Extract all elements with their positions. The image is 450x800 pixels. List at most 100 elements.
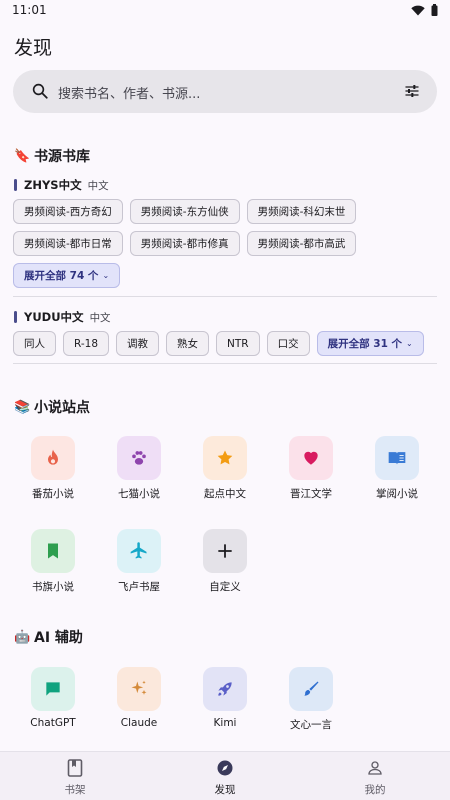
section-title-label: 书源书库: [34, 149, 90, 165]
tile: [117, 436, 161, 480]
source-chip[interactable]: 男频阅读-都市日常: [13, 231, 123, 256]
tile: [289, 436, 333, 480]
novel-site-jinjiang[interactable]: 晋江文学: [271, 436, 351, 501]
group-name: ZHYS中文: [24, 178, 82, 192]
flame-icon: [48, 449, 58, 465]
person-icon: [335, 758, 415, 778]
source-chip[interactable]: NTR: [216, 331, 260, 356]
source-chip[interactable]: 口交: [266, 331, 310, 356]
source-chip[interactable]: 男频阅读-科幻末世: [246, 199, 357, 224]
bookmark-icon: [48, 543, 58, 559]
tile: [203, 436, 247, 480]
ai-tool-kimi[interactable]: Kimi: [185, 667, 265, 729]
section-title-label: 小说站点: [34, 400, 90, 416]
source-chip[interactable]: R-18: [63, 331, 110, 356]
novel-site-qimao[interactable]: 七猫小说: [99, 436, 179, 501]
bottom-nav: 书架 发现 我的: [0, 751, 450, 800]
brush-icon: [304, 681, 319, 696]
novel-site-feilu[interactable]: 飞卢书屋: [99, 529, 179, 594]
chip-row: 男频阅读-西方奇幻 男频阅读-东方仙侠 男频阅读-科幻末世: [13, 199, 357, 224]
expand-all-label: 展开全部 31 个: [327, 338, 403, 350]
search-icon: [32, 83, 48, 99]
status-bar: 11:01: [0, 0, 450, 22]
wifi-icon: [411, 5, 425, 15]
ai-tool-chatgpt[interactable]: ChatGPT: [13, 667, 93, 729]
app-label: 文心一言: [290, 719, 332, 731]
tile: [289, 667, 333, 711]
chip-row: 同人 R-18 调教 熟女 NTR 口交 展开全部 31 个 ⌄: [13, 331, 424, 356]
rocket-icon: [218, 682, 232, 696]
expand-all-button[interactable]: 展开全部 74 个 ⌄: [13, 263, 121, 288]
search-placeholder: 搜索书名、作者、书源...: [58, 87, 201, 102]
chat-icon: [46, 682, 60, 696]
sparkle-icon: [131, 680, 147, 695]
tile: [31, 529, 75, 573]
bookmark-emoji-icon: 🔖: [14, 148, 31, 164]
nav-item-shelf[interactable]: 书架: [35, 758, 115, 797]
tile: [117, 529, 161, 573]
paw-icon: [132, 451, 146, 465]
app-label: 晋江文学: [290, 488, 332, 500]
app-label: 番茄小说: [32, 488, 74, 500]
book-icon: [35, 758, 115, 778]
novel-site-shuqi[interactable]: 书旗小说: [13, 529, 93, 594]
app-label: 自定义: [209, 581, 241, 593]
novel-site-custom[interactable]: 自定义: [185, 529, 265, 594]
section-title-novels: 📚 小说站点: [14, 397, 90, 417]
robot-emoji-icon: 🤖: [14, 629, 31, 645]
source-group-header: YUDU中文 中文: [14, 309, 111, 325]
ai-tool-claude[interactable]: Claude: [99, 667, 179, 729]
chip-row: 男频阅读-都市日常 男频阅读-都市修真 男频阅读-都市高武: [13, 231, 357, 256]
nav-item-discover[interactable]: 发现: [185, 758, 265, 797]
section-title-sources: 🔖 书源书库: [14, 146, 90, 166]
ai-tool-wenxin[interactable]: 文心一言: [271, 667, 351, 732]
tile: [203, 529, 247, 573]
source-chip[interactable]: 男频阅读-东方仙侠: [129, 199, 240, 224]
nav-label: 书架: [64, 784, 86, 796]
search-input[interactable]: 搜索书名、作者、书源...: [13, 70, 437, 113]
chip-row: 展开全部 74 个 ⌄: [13, 263, 121, 288]
airplane-icon: [130, 542, 147, 559]
divider: [13, 363, 437, 364]
source-chip[interactable]: 男频阅读-西方奇幻: [13, 199, 123, 224]
tile: [203, 667, 247, 711]
plus-icon: [218, 544, 232, 558]
star-icon: [217, 450, 233, 465]
source-chip[interactable]: 男频阅读-都市修真: [129, 231, 240, 256]
app-label: 飞卢书屋: [118, 581, 160, 593]
book-open-icon: [388, 452, 406, 465]
chevron-down-icon: ⌄: [102, 271, 110, 280]
status-time: 11:01: [12, 3, 47, 17]
nav-item-mine[interactable]: 我的: [335, 758, 415, 797]
source-chip[interactable]: 调教: [116, 331, 160, 356]
source-chip[interactable]: 熟女: [166, 331, 210, 356]
section-title-label: AI 辅助: [34, 630, 83, 646]
source-chip[interactable]: 同人: [13, 331, 56, 356]
heart-icon: [304, 451, 318, 465]
page-title: 发现: [14, 37, 53, 59]
app-label: Claude: [120, 717, 158, 729]
source-chip[interactable]: 男频阅读-都市高武: [246, 231, 357, 256]
group-lang: 中文: [87, 179, 109, 192]
group-lang: 中文: [89, 311, 111, 324]
tune-icon[interactable]: [404, 83, 420, 99]
tile: [31, 436, 75, 480]
expand-all-button[interactable]: 展开全部 31 个 ⌄: [316, 331, 424, 356]
novel-site-zhangyue[interactable]: 掌阅小说: [357, 436, 437, 501]
expand-all-label: 展开全部 74 个: [24, 270, 99, 282]
app-label: 掌阅小说: [376, 488, 418, 500]
app-label: 起点中文: [204, 488, 246, 500]
novel-site-tomato[interactable]: 番茄小说: [13, 436, 93, 501]
group-name: YUDU中文: [24, 310, 84, 324]
books-emoji-icon: 📚: [14, 399, 31, 415]
app-label: 七猫小说: [118, 488, 160, 500]
nav-label: 发现: [214, 784, 236, 796]
chevron-down-icon: ⌄: [406, 339, 413, 348]
battery-icon: [431, 4, 438, 16]
group-accent-bar: [14, 179, 17, 191]
tile: [375, 436, 419, 480]
app-label: 书旗小说: [32, 581, 74, 593]
app-label: Kimi: [213, 717, 237, 729]
novel-site-qidian[interactable]: 起点中文: [185, 436, 265, 501]
tile: [31, 667, 75, 711]
